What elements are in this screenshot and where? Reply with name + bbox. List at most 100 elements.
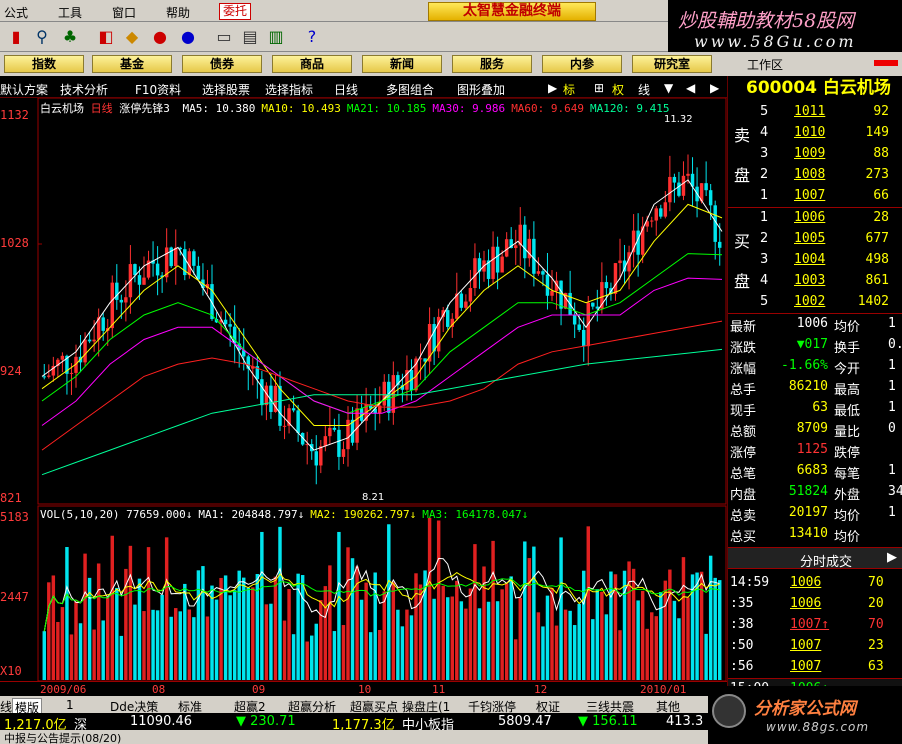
sell-level-row[interactable]: 3 1009 88 [728,144,902,165]
buy-volume: 1402 [857,294,889,309]
ctb-multi-chart[interactable]: 多图组合 [386,81,434,98]
volume-bar [704,633,708,680]
next-icon[interactable]: ▶ [710,81,719,95]
menu-window[interactable]: 窗口 [112,4,136,21]
volume-bar [536,612,541,680]
ctb-f10[interactable]: F10资料 [135,81,181,98]
dash-icon[interactable]: ▭ [214,27,234,47]
nav-commodity-button[interactable]: 商品 [272,55,352,73]
tick-price: 1006 [790,596,822,611]
crosshair-icon[interactable]: ⊞ [594,81,604,95]
stat-value: 8709 [796,421,828,436]
volume-bar [455,580,459,680]
nav-bond-button[interactable]: 债券 [182,55,262,73]
sz-change: ▼ 230.71 [236,714,296,729]
menu-formula[interactable]: 公式 [4,4,28,21]
minimize-icon[interactable] [874,60,898,66]
buy-level-row[interactable]: 3 1004 498 [728,250,902,271]
sell-volume: 88 [873,146,889,161]
sell-level-row[interactable]: 1 1007 66 [728,186,902,207]
stat-label: 最低 [834,404,861,419]
ctb-select-stock[interactable]: 选择股票 [202,81,250,98]
ctb-overlay[interactable]: 图形叠加 [457,81,505,98]
volume-bar [65,547,69,680]
nav-fund-button[interactable]: 基金 [92,55,172,73]
stat-row: 总额 8709 量比 0 [728,419,902,440]
ctb-line[interactable]: 线 [638,81,650,98]
ctb-select-indicator[interactable]: 选择指标 [265,81,313,98]
stat-label: 总手 [730,383,757,398]
ctb-default-scheme[interactable]: 默认方案 [0,81,48,98]
volume-bar [56,621,60,680]
bars-icon[interactable]: ▥ [266,27,286,47]
stat-value: 1 [888,400,896,415]
sell-level-row[interactable]: 5 1011 92 [728,102,902,123]
menu-help[interactable]: 帮助 [166,4,190,21]
buy-level-row[interactable]: 2 1005 677 [728,229,902,250]
window-icon[interactable]: ▤ [240,27,260,47]
disconnect-icon[interactable]: ● [178,27,198,47]
tick-price: 1006 [790,575,822,590]
kline-chart[interactable]: 1132 1028 924 821 5183 2447 X10 白云机场 日线 … [0,97,727,682]
volume-bar [405,609,409,680]
nav-index-button[interactable]: 指数 [4,55,84,73]
quote-icon[interactable]: ◧ [96,27,116,47]
nav-insider-button[interactable]: 内参 [542,55,622,73]
connect-icon[interactable]: ● [150,27,170,47]
candle-body [500,256,504,273]
stat-row: 内盘 51824 外盘 34 [728,482,902,503]
candle-body [432,323,436,352]
workspace-header[interactable]: 工作区 [745,52,902,76]
tick-header[interactable]: 分时成交 ▶ [728,547,902,570]
candle-body [83,339,87,363]
prev-icon[interactable]: ◀ [686,81,695,95]
volume-bar [541,626,545,680]
play-icon[interactable]: ▶ [548,81,557,95]
formula-tab[interactable]: 1 [66,698,74,712]
volume-bar [133,604,137,680]
buy-level-row[interactable]: 1 1006 28 [728,208,902,229]
stat-label: 涨停 [730,446,757,461]
ctb-tech-analysis[interactable]: 技术分析 [60,81,108,98]
menu-tools[interactable]: 工具 [58,4,82,21]
tree-icon[interactable]: ♣ [60,27,80,47]
binoculars-icon[interactable]: ⚲ [32,27,52,47]
volume-bar [708,555,713,680]
nav-research-button[interactable]: 研究室 [632,55,712,73]
chart-svg[interactable] [0,97,727,682]
stat-value: 34 [888,484,902,499]
stat-value: 0 [888,421,896,436]
ctb-rights[interactable]: 权 [612,81,624,98]
ctb-daily[interactable]: 日线 [334,81,358,98]
sell-level-row[interactable]: 4 1010 149 [728,123,902,144]
candle-body [196,265,201,280]
volume-bar [713,577,717,680]
diamond-icon[interactable]: ◆ [122,27,142,47]
drop-icon[interactable]: ▼ [664,81,673,95]
help-icon[interactable]: ? [302,27,322,47]
stat-label: 总笔 [730,467,757,482]
candle-body [155,263,160,276]
tick-time: :50 [730,638,754,653]
volume-bar [78,623,83,680]
buy-level-row[interactable]: 5 1002 1402 [728,292,902,313]
trade-button[interactable]: 委托 [219,3,252,20]
notice-bar[interactable]: 中报与公告提示(08/20) [0,730,727,744]
stat-value: 1 [888,505,896,520]
stat-label: 总卖 [730,509,757,524]
buy-level-row[interactable]: 4 1003 861 [728,271,902,292]
buy-level: 2 [760,231,769,246]
sell-level-row[interactable]: 2 1008 273 [728,165,902,186]
ctb-mark[interactable]: 标 [563,81,575,98]
expand-arrow-icon[interactable]: ▶ [887,550,897,565]
sell-price: 1010 [794,125,826,140]
nav-service-button[interactable]: 服务 [452,55,532,73]
buy-level: 3 [760,252,769,267]
stat-label: 均价 [834,509,861,524]
volume-bar [391,581,396,680]
bar-chart-icon[interactable]: ▮ [6,27,26,47]
candle-body [523,224,527,259]
notice-text[interactable]: 中报与公告提示(08/20) [4,730,121,744]
nav-news-button[interactable]: 新闻 [362,55,442,73]
nav-bar: 指数 基金 债券 商品 新闻 服务 内参 研究室 [0,52,745,76]
